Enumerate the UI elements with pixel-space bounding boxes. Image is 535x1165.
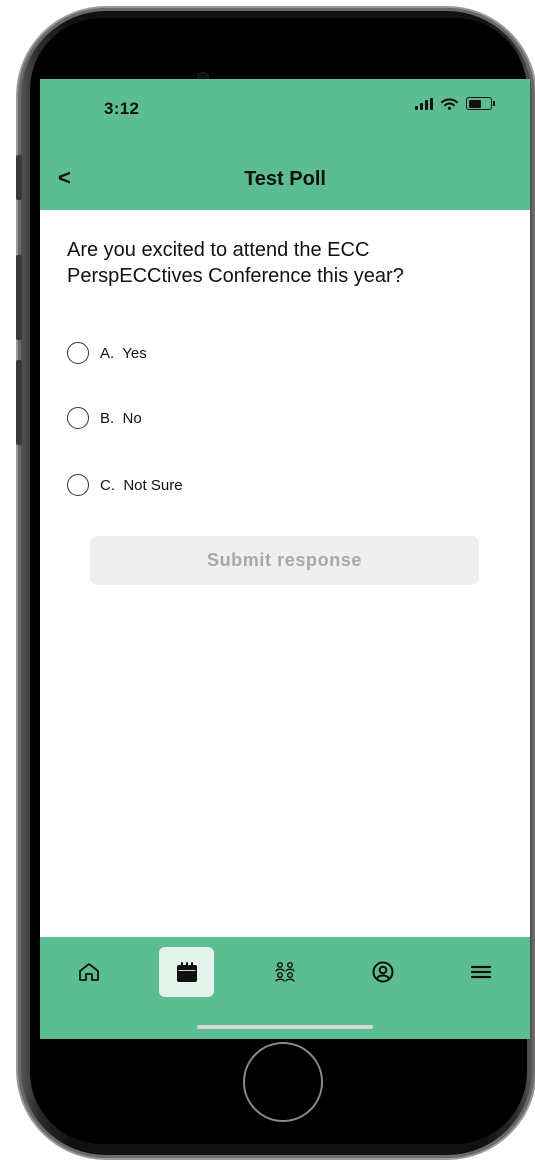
menu-icon (470, 965, 491, 979)
top-bar: 3:12 < Test Poll (40, 79, 530, 210)
nav-item-schedule[interactable] (159, 947, 214, 997)
side-button-volume-up (16, 255, 22, 340)
calendar-icon (176, 962, 197, 982)
bottom-nav (40, 937, 530, 1039)
nav-item-profile[interactable] (355, 947, 410, 997)
radio-button[interactable] (67, 342, 89, 364)
side-button-mute (16, 155, 22, 200)
radio-button[interactable] (67, 407, 89, 429)
home-icon (78, 963, 99, 981)
page-title: Test Poll (244, 168, 326, 190)
status-icons (415, 97, 495, 110)
app-screen: 3:12 < Test Poll Are you excited to atte… (40, 79, 530, 1039)
option-label: C. Not Sure (100, 476, 183, 494)
radio-button[interactable] (67, 474, 89, 496)
people-icon (274, 962, 295, 982)
nav-item-menu[interactable] (453, 947, 508, 997)
signal-icon (415, 97, 433, 110)
side-button-volume-down (16, 360, 22, 445)
submit-response-button[interactable]: Submit response (90, 536, 479, 585)
poll-question: Are you excited to attend the ECC PerspE… (67, 239, 404, 287)
poll-option-b[interactable]: B. No (67, 407, 142, 429)
poll-option-a[interactable]: A. Yes (67, 342, 147, 364)
nav-item-attendees[interactable] (257, 947, 312, 997)
option-label: A. Yes (100, 344, 147, 362)
battery-icon (466, 97, 495, 110)
nav-item-home[interactable] (61, 947, 116, 997)
home-button[interactable] (243, 1042, 323, 1122)
option-label: B. No (100, 409, 142, 427)
wifi-icon (441, 98, 458, 110)
poll-option-c[interactable]: C. Not Sure (67, 474, 183, 496)
home-indicator (197, 1025, 373, 1029)
profile-icon (372, 961, 393, 983)
status-time: 3:12 (104, 99, 140, 118)
